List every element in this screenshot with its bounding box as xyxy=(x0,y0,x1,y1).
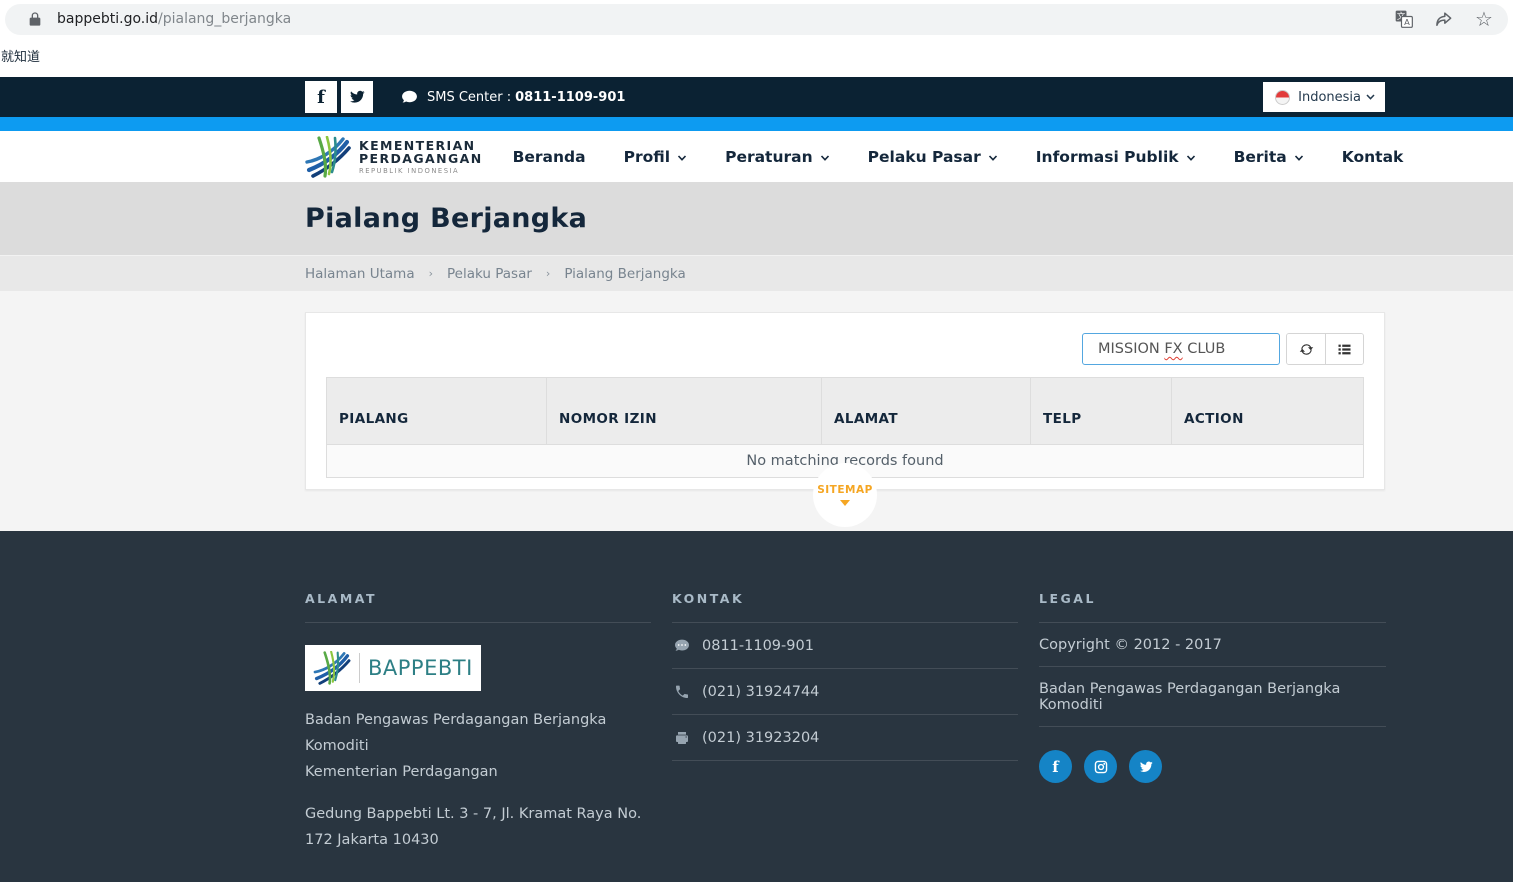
breadcrumb-separator: › xyxy=(429,267,433,280)
breadcrumb-separator: › xyxy=(546,267,550,280)
svg-text:A: A xyxy=(1404,17,1410,27)
sms-chat-icon xyxy=(674,638,690,654)
legal-org-text: Badan Pengawas Perdagangan Berjangka Kom… xyxy=(1039,667,1386,727)
table-toolbar: MISSION FX CLUB xyxy=(326,333,1364,365)
footer-kontak-column: KONTAK 0811-1109-901 (021) 31924744 (021… xyxy=(672,591,1018,882)
page-url: bappebti.go.id/pialang_berjangka xyxy=(57,11,291,27)
site-logo[interactable]: KEMENTERIAN PERDAGANGAN REPUBLIK INDONES… xyxy=(305,136,483,178)
language-label: Indonesia xyxy=(1298,90,1361,105)
breadcrumb-home[interactable]: Halaman Utama xyxy=(305,266,415,282)
instagram-icon xyxy=(1094,760,1108,774)
page-header: Pialang Berjangka xyxy=(0,182,1513,255)
facebook-icon: f xyxy=(1052,758,1058,776)
sitemap-button[interactable]: SITEMAP xyxy=(813,463,877,527)
toggle-columns-button[interactable] xyxy=(1325,334,1363,364)
table-header-row: PIALANG NOMOR IZIN ALAMAT TELP ACTION xyxy=(327,378,1363,444)
chevron-down-icon xyxy=(677,155,687,161)
footer-socials: f xyxy=(1039,750,1386,783)
chevron-down-icon xyxy=(1294,155,1304,161)
indonesia-flag-icon xyxy=(1275,90,1290,105)
page-title: Pialang Berjangka xyxy=(305,203,587,234)
column-header-nomor-izin[interactable]: NOMOR IZIN xyxy=(546,378,821,444)
phone-icon xyxy=(674,684,690,700)
bappebti-logo[interactable]: BAPPEBTI xyxy=(305,645,481,691)
facebook-button[interactable]: f xyxy=(305,81,337,113)
lock-icon xyxy=(27,11,43,27)
bookmark-star-icon[interactable]: ☆ xyxy=(1474,9,1494,29)
footer-alamat-heading: ALAMAT xyxy=(305,591,651,623)
sms-label: SMS Center : xyxy=(427,90,511,105)
chevron-down-icon xyxy=(820,155,830,161)
translate-icon[interactable]: 文 A xyxy=(1394,9,1414,29)
nav-item-kontak[interactable]: Kontak xyxy=(1342,148,1404,166)
nav-item-informasi-publik[interactable]: Informasi Publik xyxy=(1036,148,1196,166)
page-overlay-text: 就知道 xyxy=(0,38,1513,77)
kontak-sms: 0811-1109-901 xyxy=(672,623,1018,669)
site-footer: ALAMAT BAPPEBTI Badan Pengawas Perdagang… xyxy=(0,531,1513,882)
browser-toolbar: bappebti.go.id/pialang_berjangka 文 A ☆ xyxy=(0,0,1513,38)
nav-item-beranda[interactable]: Beranda xyxy=(513,148,586,166)
footer-facebook-button[interactable]: f xyxy=(1039,750,1072,783)
column-header-alamat[interactable]: ALAMAT xyxy=(821,378,1030,444)
nav-item-peraturan[interactable]: Peraturan xyxy=(725,148,830,166)
site-topbar: f SMS Center : 0811-1109-901 Indonesia xyxy=(0,77,1513,117)
kontak-phone: (021) 31924744 xyxy=(672,669,1018,715)
address-bar[interactable]: bappebti.go.id/pialang_berjangka 文 A ☆ xyxy=(5,4,1508,35)
nav-item-berita[interactable]: Berita xyxy=(1234,148,1304,166)
footer-legal-column: LEGAL Copyright © 2012 - 2017 Badan Peng… xyxy=(1039,591,1386,882)
main-content: MISSION FX CLUB xyxy=(0,291,1513,531)
twitter-icon xyxy=(349,89,365,105)
facebook-icon: f xyxy=(317,87,325,108)
footer-kontak-heading: KONTAK xyxy=(672,591,1018,623)
refresh-button[interactable] xyxy=(1287,334,1325,364)
kemendag-logo-icon xyxy=(305,136,351,178)
chevron-down-icon xyxy=(1186,155,1196,161)
search-text-misspelled: FX xyxy=(1164,341,1182,357)
sitemap-arrow-icon xyxy=(840,500,850,506)
search-input[interactable]: MISSION FX CLUB xyxy=(1082,333,1280,365)
bappebti-logo-icon xyxy=(313,651,351,685)
table-button-group xyxy=(1286,333,1364,365)
column-header-telp[interactable]: TELP xyxy=(1030,378,1171,444)
fax-icon xyxy=(674,730,690,746)
footer-alamat-column: ALAMAT BAPPEBTI Badan Pengawas Perdagang… xyxy=(305,591,651,882)
footer-instagram-button[interactable] xyxy=(1084,750,1117,783)
breadcrumb-pelaku-pasar[interactable]: Pelaku Pasar xyxy=(447,266,532,282)
sitemap-label: SITEMAP xyxy=(817,484,873,496)
footer-address-line: Gedung Bappebti Lt. 3 - 7, Jl. Kramat Ra… xyxy=(305,801,651,853)
bappebti-logo-text: BAPPEBTI xyxy=(368,656,473,680)
search-text: MISSION xyxy=(1098,341,1160,357)
footer-org-line: Badan Pengawas Perdagangan Berjangka Kom… xyxy=(305,707,651,785)
accent-strip xyxy=(0,117,1513,131)
twitter-button[interactable] xyxy=(341,81,373,113)
main-navigation: KEMENTERIAN PERDAGANGAN REPUBLIK INDONES… xyxy=(0,131,1513,182)
column-header-action[interactable]: ACTION xyxy=(1171,378,1365,444)
language-selector[interactable]: Indonesia xyxy=(1263,82,1385,112)
sms-number: 0811-1109-901 xyxy=(515,90,625,105)
sms-chat-icon xyxy=(401,89,418,106)
nav-items: Beranda Profil Peraturan Pelaku Pasar In… xyxy=(513,148,1442,166)
kontak-fax: (021) 31923204 xyxy=(672,715,1018,761)
sms-center: SMS Center : 0811-1109-901 xyxy=(401,89,625,106)
footer-twitter-button[interactable] xyxy=(1129,750,1162,783)
search-text: CLUB xyxy=(1187,341,1225,357)
breadcrumb-current: Pialang Berjangka xyxy=(564,266,685,282)
footer-legal-heading: LEGAL xyxy=(1039,591,1386,623)
brand-text: KEMENTERIAN PERDAGANGAN REPUBLIK INDONES… xyxy=(359,139,483,175)
twitter-icon xyxy=(1139,760,1153,774)
breadcrumb: Halaman Utama › Pelaku Pasar › Pialang B… xyxy=(0,255,1513,291)
nav-item-profil[interactable]: Profil xyxy=(624,148,687,166)
copyright-text: Copyright © 2012 - 2017 xyxy=(1039,623,1386,667)
list-icon xyxy=(1337,342,1352,357)
column-header-pialang[interactable]: PIALANG xyxy=(327,378,546,444)
chevron-down-icon xyxy=(988,155,998,161)
logo-divider xyxy=(359,653,360,683)
refresh-icon xyxy=(1299,342,1314,357)
share-icon[interactable] xyxy=(1434,9,1454,29)
chevron-down-icon xyxy=(1366,94,1375,100)
nav-item-pelaku-pasar[interactable]: Pelaku Pasar xyxy=(868,148,998,166)
